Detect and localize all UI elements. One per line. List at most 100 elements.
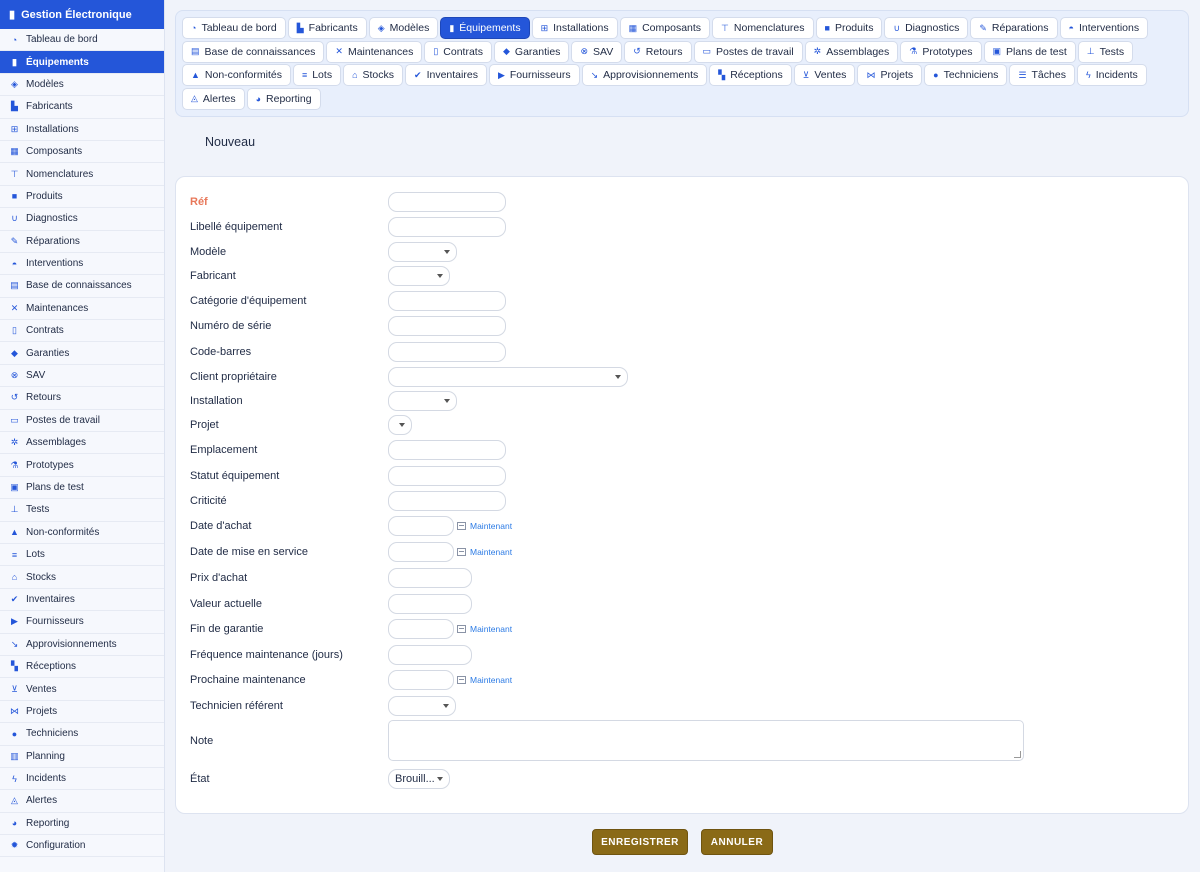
- frequence-maintenance-jours-input[interactable]: [388, 644, 472, 665]
- tab-produits[interactable]: ■ Produits: [815, 17, 883, 39]
- sidebar-item-composants[interactable]: ▦ Composants: [0, 141, 164, 164]
- tab-postes-de-travail[interactable]: ▭ Postes de travail: [693, 40, 803, 63]
- tab-prototypes[interactable]: ⚗ Prototypes: [900, 40, 982, 63]
- sidebar-item-base-de-connaissances[interactable]: ▤ Base de connaissances: [0, 275, 164, 298]
- cancel-button[interactable]: ANNULER: [701, 829, 773, 855]
- numero-de-serie-input[interactable]: [388, 315, 506, 336]
- tab-tableau-de-bord[interactable]: ◔ Tableau de bord: [182, 17, 286, 39]
- sidebar-item-approvisionnements[interactable]: ↘ Approvisionnements: [0, 634, 164, 656]
- tab-projets[interactable]: ⋈ Projets: [857, 64, 923, 86]
- projet-select[interactable]: [388, 414, 412, 435]
- now-button[interactable]: Maintenant: [457, 624, 512, 634]
- tab-non-conformites[interactable]: ▲ Non-conformités: [182, 64, 291, 86]
- etat-select[interactable]: Brouill...: [388, 768, 450, 789]
- sidebar-item-plans-de-test[interactable]: ▣ Plans de test: [0, 477, 164, 500]
- tab-reporting[interactable]: ◕ Reporting: [246, 87, 321, 110]
- fabricant-select[interactable]: [388, 265, 450, 286]
- tab-retours[interactable]: ↺ Retours: [624, 40, 692, 63]
- date-de-mise-en-service-input[interactable]: [388, 541, 454, 562]
- tab-inventaires[interactable]: ✔ Inventaires: [405, 64, 487, 86]
- sidebar-item-configuration[interactable]: ✹ Configuration: [0, 835, 164, 858]
- tab-nomenclatures[interactable]: ⊤ Nomenclatures: [712, 17, 814, 39]
- prochaine-maintenance-input[interactable]: [388, 669, 454, 690]
- tab-plans-de-test[interactable]: ▣ Plans de test: [983, 40, 1076, 63]
- tab-assemblages[interactable]: ✲ Assemblages: [804, 40, 899, 63]
- sidebar-item-modeles[interactable]: ◈ Modèles: [0, 74, 164, 97]
- tab-composants[interactable]: ▦ Composants: [619, 17, 711, 39]
- sidebar-item-fournisseurs[interactable]: ▶ Fournisseurs: [0, 611, 164, 634]
- tab-approvisionnements[interactable]: ↘ Approvisionnements: [581, 64, 708, 86]
- tab-taches[interactable]: ☰ Tâches: [1009, 64, 1075, 86]
- statut-equipement-input[interactable]: [388, 465, 506, 486]
- sidebar-item-retours[interactable]: ↺ Retours: [0, 387, 164, 410]
- note-textarea[interactable]: [388, 720, 1024, 761]
- app-brand[interactable]: ▮ Gestion Électronique: [0, 0, 164, 29]
- tab-garanties[interactable]: ◆ Garanties: [493, 40, 570, 63]
- tab-equipements[interactable]: ▮ Équipements: [440, 17, 530, 39]
- sidebar-item-interventions[interactable]: ◓ Interventions: [0, 253, 164, 276]
- criticite-input[interactable]: [388, 490, 506, 511]
- tab-diagnostics[interactable]: ∪ Diagnostics: [884, 17, 969, 39]
- tab-base-de-connaissances[interactable]: ▤ Base de connaissances: [182, 40, 325, 63]
- sidebar-item-receptions[interactable]: ▚ Réceptions: [0, 656, 164, 679]
- tab-lots[interactable]: ≡ Lots: [292, 64, 342, 86]
- libelle-equipement-input[interactable]: [388, 216, 506, 237]
- sidebar-item-diagnostics[interactable]: ∪ Diagnostics: [0, 208, 164, 231]
- technicien-referent-select[interactable]: [388, 695, 456, 716]
- tab-contrats[interactable]: ▯ Contrats: [424, 40, 492, 63]
- tab-alertes[interactable]: ◬ Alertes: [182, 87, 245, 110]
- prix-d-achat-input[interactable]: [388, 567, 472, 588]
- now-button[interactable]: Maintenant: [457, 675, 512, 685]
- sidebar-item-fabricants[interactable]: ▙ Fabricants: [0, 96, 164, 119]
- tab-maintenances[interactable]: ✕ Maintenances: [326, 40, 423, 63]
- tab-stocks[interactable]: ⌂ Stocks: [343, 64, 404, 86]
- sidebar-item-tableau-de-bord[interactable]: ◔ Tableau de bord: [0, 29, 164, 52]
- tab-incidents[interactable]: ϟ Incidents: [1076, 64, 1147, 86]
- sidebar-item-projets[interactable]: ⋈ Projets: [0, 701, 164, 724]
- fin-de-garantie-input[interactable]: [388, 618, 454, 639]
- tab-fabricants[interactable]: ▙ Fabricants: [287, 17, 367, 39]
- sidebar-item-prototypes[interactable]: ⚗ Prototypes: [0, 454, 164, 477]
- sidebar-item-stocks[interactable]: ⌂ Stocks: [0, 566, 164, 589]
- sidebar-item-equipements[interactable]: ▮ Équipements: [0, 51, 164, 74]
- sidebar-item-reporting[interactable]: ◕ Reporting: [0, 813, 164, 836]
- emplacement-input[interactable]: [388, 439, 506, 460]
- categorie-d-equipement-input[interactable]: [388, 290, 506, 311]
- sidebar-item-ventes[interactable]: ⊻ Ventes: [0, 678, 164, 701]
- sidebar-item-postes-de-travail[interactable]: ▭ Postes de travail: [0, 410, 164, 433]
- sidebar-item-installations[interactable]: ⊞ Installations: [0, 119, 164, 141]
- sidebar-item-alertes[interactable]: ◬ Alertes: [0, 790, 164, 813]
- code-barres-input[interactable]: [388, 341, 506, 362]
- tab-tests[interactable]: ⊥ Tests: [1077, 40, 1134, 63]
- tab-fournisseurs[interactable]: ▶ Fournisseurs: [488, 64, 580, 86]
- tab-installations[interactable]: ⊞ Installations: [531, 17, 618, 39]
- sidebar-item-non-conformites[interactable]: ▲ Non-conformités: [0, 522, 164, 544]
- sidebar-item-garanties[interactable]: ◆ Garanties: [0, 342, 164, 365]
- sidebar-item-produits[interactable]: ■ Produits: [0, 186, 164, 209]
- now-button[interactable]: Maintenant: [457, 521, 512, 531]
- sidebar-item-incidents[interactable]: ϟ Incidents: [0, 768, 164, 791]
- sidebar-item-tests[interactable]: ⊥ Tests: [0, 499, 164, 522]
- sidebar-item-inventaires[interactable]: ✔ Inventaires: [0, 589, 164, 612]
- tab-ventes[interactable]: ⊻ Ventes: [793, 64, 856, 86]
- ref-input[interactable]: [388, 191, 506, 212]
- tab-reparations[interactable]: ✎ Réparations: [970, 17, 1058, 39]
- date-d-achat-input[interactable]: [388, 515, 454, 536]
- sidebar-item-assemblages[interactable]: ✲ Assemblages: [0, 432, 164, 455]
- sidebar-item-contrats[interactable]: ▯ Contrats: [0, 320, 164, 343]
- sidebar-item-techniciens[interactable]: ● Techniciens: [0, 723, 164, 746]
- modele-select[interactable]: [388, 241, 457, 262]
- valeur-actuelle-input[interactable]: [388, 593, 472, 614]
- tab-receptions[interactable]: ▚ Réceptions: [709, 64, 792, 86]
- tab-interventions[interactable]: ◓ Interventions: [1059, 17, 1149, 39]
- tab-sav[interactable]: ⊗ SAV: [571, 40, 623, 63]
- sidebar-item-planning[interactable]: ▥ Planning: [0, 746, 164, 768]
- save-button[interactable]: ENREGISTRER: [592, 829, 688, 855]
- sidebar-item-maintenances[interactable]: ✕ Maintenances: [0, 298, 164, 321]
- installation-select[interactable]: [388, 390, 457, 411]
- tab-modeles[interactable]: ◈ Modèles: [368, 17, 439, 39]
- sidebar-item-reparations[interactable]: ✎ Réparations: [0, 231, 164, 253]
- sidebar-item-nomenclatures[interactable]: ⊤ Nomenclatures: [0, 163, 164, 186]
- now-button[interactable]: Maintenant: [457, 547, 512, 557]
- tab-techniciens[interactable]: ● Techniciens: [924, 64, 1008, 86]
